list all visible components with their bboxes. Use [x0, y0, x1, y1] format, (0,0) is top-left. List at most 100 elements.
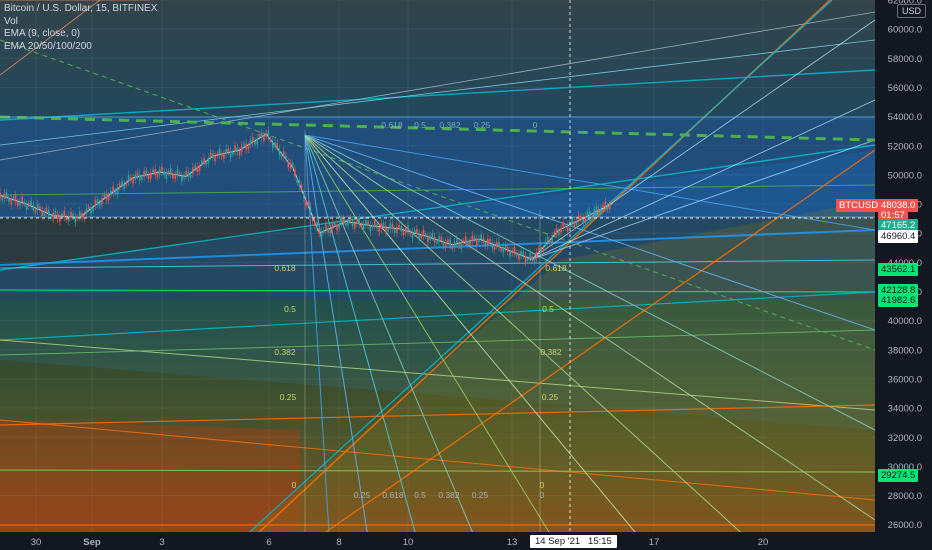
candle: [169, 168, 172, 175]
candle: [260, 132, 263, 139]
fib-label: 0.382: [540, 347, 562, 357]
candle: [116, 188, 119, 195]
price-chart[interactable]: 0.618 0.5 0.382 0.25 0 0.618 0.5 0.382 0.25 0 0.61…: [0, 0, 932, 550]
candle: [340, 218, 343, 224]
candle: [154, 168, 157, 175]
candle: [316, 222, 318, 228]
candle: [573, 221, 576, 227]
time-tick-label: 30: [31, 537, 42, 548]
candle: [500, 248, 502, 252]
candle: [141, 177, 143, 180]
candle: [85, 208, 88, 214]
candle: [258, 134, 261, 138]
candle: [130, 177, 132, 181]
candle: [489, 239, 491, 242]
candle: [449, 239, 451, 246]
candle: [553, 231, 556, 235]
candle: [515, 252, 518, 256]
candle: [551, 236, 553, 243]
candle: [220, 153, 223, 157]
candle: [566, 225, 569, 232]
candle: [440, 236, 443, 241]
candle: [373, 220, 376, 227]
candle: [345, 223, 347, 226]
candle: [25, 204, 28, 211]
fib-label: 0.5: [542, 304, 554, 314]
candle: [47, 209, 50, 216]
crosshair-price-tag: 46960.4: [878, 230, 919, 243]
time-tick-label: 6: [266, 537, 271, 548]
candle: [278, 149, 281, 156]
candle: [535, 252, 538, 258]
candle: [145, 170, 148, 175]
candle: [274, 142, 276, 147]
candle: [409, 231, 412, 235]
candle: [555, 228, 558, 234]
candle: [3, 193, 6, 199]
candle: [41, 210, 43, 216]
candle: [564, 225, 567, 229]
time-tick-label: 10: [403, 537, 414, 548]
candle: [165, 172, 168, 179]
candle: [267, 130, 270, 137]
chart-area[interactable]: 0.618 0.5 0.382 0.25 0 0.618 0.5 0.382 0.25 0 0.61…: [0, 0, 932, 550]
candle: [358, 218, 361, 225]
candle: [223, 153, 225, 159]
candle: [181, 175, 183, 182]
candle: [560, 227, 562, 233]
fib-label: 0: [292, 480, 297, 490]
candle: [45, 207, 48, 213]
candle: [276, 143, 278, 148]
candle: [72, 213, 74, 218]
candle: [121, 181, 123, 187]
candle: [591, 215, 593, 218]
candle: [544, 241, 547, 247]
candle: [342, 218, 345, 225]
currency-button[interactable]: USD: [896, 4, 926, 18]
candle: [110, 190, 112, 196]
time-axis[interactable]: [0, 532, 875, 550]
candle: [362, 223, 365, 230]
candle: [187, 171, 190, 178]
candle: [263, 135, 265, 141]
level-tag-41982: 41982.6: [878, 294, 919, 307]
candle: [149, 172, 152, 179]
candle: [254, 141, 256, 145]
candle: [23, 201, 26, 205]
candle: [189, 174, 192, 178]
candle: [504, 244, 507, 249]
candle: [105, 193, 108, 200]
fib-label: 0.25: [354, 490, 371, 500]
candle: [10, 198, 12, 205]
candle: [1, 197, 4, 201]
candle: [0, 192, 1, 199]
candle: [183, 174, 185, 179]
price-tick-label: 52000.0: [888, 141, 922, 152]
candle: [471, 235, 474, 242]
candle: [604, 201, 607, 208]
candle: [229, 151, 232, 158]
price-tick-label: 28000.0: [888, 491, 922, 502]
candle: [163, 171, 165, 175]
candle: [495, 241, 498, 247]
candle: [473, 236, 476, 240]
candle: [256, 138, 259, 145]
crosshair-time-tag: 14 Sep '21 15:15: [530, 535, 617, 548]
candle: [469, 240, 471, 246]
candle: [236, 147, 239, 152]
candle: [608, 203, 611, 209]
candle: [94, 200, 97, 206]
price-tick-label: 32000.0: [888, 433, 922, 444]
candle: [127, 175, 130, 182]
candle: [134, 174, 137, 180]
candle: [305, 200, 307, 206]
price-tick-label: 40000.0: [888, 316, 922, 327]
candle: [353, 223, 356, 229]
candle: [158, 169, 161, 175]
candle: [511, 250, 514, 254]
candle: [280, 154, 283, 158]
candle: [365, 220, 367, 225]
candle: [393, 228, 396, 233]
candle: [56, 214, 59, 220]
candle: [597, 208, 600, 214]
